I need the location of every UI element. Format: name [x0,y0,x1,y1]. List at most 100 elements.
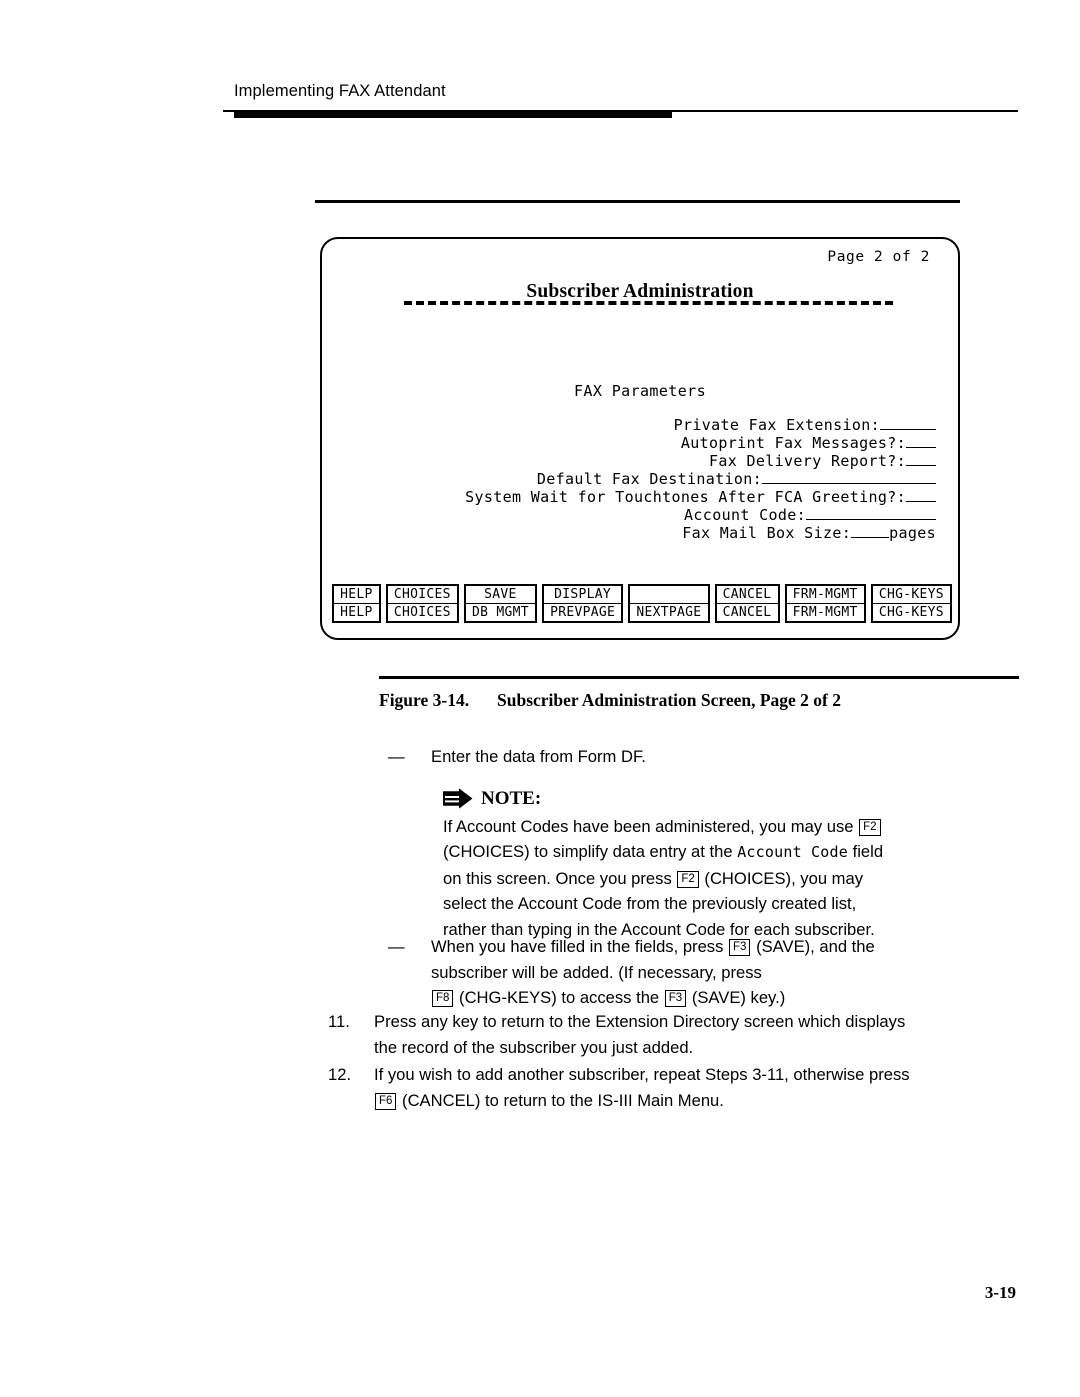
note-line-1-a: If Account Codes have been administered,… [443,816,854,836]
softkey-label-bottom: DB MGMT [471,605,529,620]
softkey-f7[interactable]: FRM-MGMT FRM-MGMT [784,584,866,623]
softkey-f2[interactable]: CHOICES CHOICES [385,584,459,623]
field-input-blank[interactable] [906,435,936,448]
figure-title: Subscriber Administration Screen, Page 2… [497,690,842,710]
step-number: 11. [328,1012,350,1031]
running-head: Implementing FAX Attendant [234,82,446,100]
softkey-f4[interactable]: DISPLAY PREVPAGE [542,584,624,623]
field-input-blank[interactable] [906,453,936,466]
step-12-line-1: If you wish to add another subscriber, r… [374,1065,910,1084]
softkey-f8[interactable]: CHG-KEYS CHG-KEYS [870,584,952,623]
screen-page-indicator: Page 2 of 2 [827,249,930,265]
softkey-label-bottom: CANCEL [722,605,772,620]
field-label: Private Fax Extension: [673,416,880,434]
field-label: Autoprint Fax Messages?: [680,434,906,452]
note-line-3-a: on this screen. Once you press [443,868,672,888]
terminal-screen: Page 2 of 2 Subscriber Administration FA… [320,237,960,640]
field-input-blank[interactable] [880,417,936,430]
save-line-3-b: (SAVE) key.) [691,988,786,1007]
fkey-f3[interactable]: F3 [729,939,751,956]
figure-number: Figure 3-14. [379,690,470,710]
field-label: Account Code: [684,506,806,524]
list-item-enter-data: — Enter the data from Form DF. [388,744,988,770]
dash-marker: — [388,937,405,956]
softkey-label-top: CHG-KEYS [872,586,950,604]
softkey-f1[interactable]: HELP HELP [332,584,381,623]
field-input-blank[interactable] [762,471,936,484]
page-number: 3-19 [984,1283,1016,1302]
fkey-f2[interactable]: F2 [859,818,881,836]
step-text: Press any key to return to the Extension… [374,1009,988,1060]
list-item-step-11: 11. Press any key to return to the Exten… [328,1009,988,1060]
softkey-label-top: CHOICES [387,586,457,604]
softkey-label-top [630,586,708,604]
save-line-3: F8 (CHG-KEYS) to access the F3 (SAVE) ke… [431,985,988,1011]
field-input-blank[interactable] [806,507,936,520]
softkey-f5[interactable]: NEXTPAGE [628,584,710,623]
note-line-2: (CHOICES) to simplify data entry at the … [443,839,1003,866]
fkey-f8[interactable]: F8 [432,990,454,1007]
field-input-blank[interactable] [851,525,890,538]
save-line-3-a: (CHG-KEYS) to access the [459,988,660,1007]
softkey-label-top: HELP [334,586,379,604]
softkey-label-top: SAVE [465,586,535,604]
list-item-step-12: 12. If you wish to add another subscribe… [328,1062,1008,1113]
list-item-save: — When you have filled in the fields, pr… [388,934,988,1011]
field-input-blank[interactable] [906,489,936,502]
screen-title: Subscriber Administration [526,281,754,302]
field-row-system-wait-for-touchtones: System Wait for Touchtones After FCA Gre… [336,488,936,506]
note-line-2-b: field [852,842,884,861]
list-item-text: When you have filled in the fields, pres… [431,934,988,1011]
note-heading: NOTE: [443,786,1003,812]
field-row-default-fax-destination: Default Fax Destination: [336,470,936,488]
note-block: NOTE: If Account Codes have been adminis… [443,786,1003,942]
note-line-2-a: (CHOICES) to simplify data entry at the [443,842,733,861]
softkey-label-bottom: FRM-MGMT [792,605,858,620]
field-label: System Wait for Touchtones After FCA Gre… [465,488,906,506]
field-row-autoprint-fax-messages: Autoprint Fax Messages?: [336,434,936,452]
note-line-3: on this screen. Once you press F2 (CHOIC… [443,866,1003,892]
save-line-2: subscriber will be added. (If necessary,… [431,962,762,982]
note-heading-text: NOTE: [481,788,542,809]
field-row-account-code: Account Code: [336,506,936,524]
document-page: Implementing FAX Attendant Page 2 of 2 S… [0,0,1080,1397]
field-suffix: pages [889,524,936,542]
fax-parameters-field-list: Private Fax Extension: Autoprint Fax Mes… [336,416,936,542]
field-label: Fax Delivery Report?: [709,452,906,470]
step-11-line-1: Press any key to return to the Extension… [374,1012,906,1031]
fkey-f6[interactable]: F6 [375,1092,397,1110]
step-11-line-2: the record of the subscriber you just ad… [374,1037,694,1057]
figure-top-rule [315,200,960,203]
softkey-label-bottom: NEXTPAGE [636,605,702,620]
screen-section-title: FAX Parameters [573,382,707,400]
step-12-line-2-a: (CANCEL) to return to the IS-III Main Me… [402,1090,724,1110]
field-label: Default Fax Destination: [536,470,762,488]
softkey-f3[interactable]: SAVE DB MGMT [463,584,537,623]
field-row-fax-delivery-report: Fax Delivery Report?: [336,452,936,470]
softkey-f6[interactable]: CANCEL CANCEL [714,584,780,623]
softkey-label-top: DISPLAY [544,586,622,604]
field-row-private-fax-extension: Private Fax Extension: [336,416,936,434]
step-text: If you wish to add another subscriber, r… [374,1062,1008,1113]
note-arrow-icon [443,788,473,809]
header-rule-thick [234,110,672,118]
step-12-line-2: F6 (CANCEL) to return to the IS-III Main… [374,1088,1008,1114]
note-line-1: If Account Codes have been administered,… [443,814,1003,840]
figure-caption: Figure 3-14. Subscriber Administration Sc… [379,690,841,711]
softkey-bar: HELP HELP CHOICES CHOICES SAVE DB MGMT D… [332,584,952,623]
field-name-account-code: Account Code [737,843,848,861]
softkey-label-top: FRM-MGMT [786,586,864,604]
fkey-f3[interactable]: F3 [664,990,687,1007]
dash-marker: — [388,747,405,766]
list-item-text: Enter the data from Form DF. [431,747,646,766]
softkey-label-top: CANCEL [716,586,778,604]
softkey-label-bottom: CHOICES [393,605,451,620]
save-line-1-a: When you have filled in the fields, pres… [431,937,724,956]
field-label: Fax Mail Box Size: [682,524,852,542]
softkey-label-bottom: PREVPAGE [550,605,616,620]
field-row-fax-mail-box-size: Fax Mail Box Size: pages [336,524,936,542]
step-number: 12. [328,1065,352,1084]
note-line-4: select the Account Code from the previou… [443,894,857,913]
fkey-f2[interactable]: F2 [677,870,699,888]
caption-rule [379,676,1019,679]
